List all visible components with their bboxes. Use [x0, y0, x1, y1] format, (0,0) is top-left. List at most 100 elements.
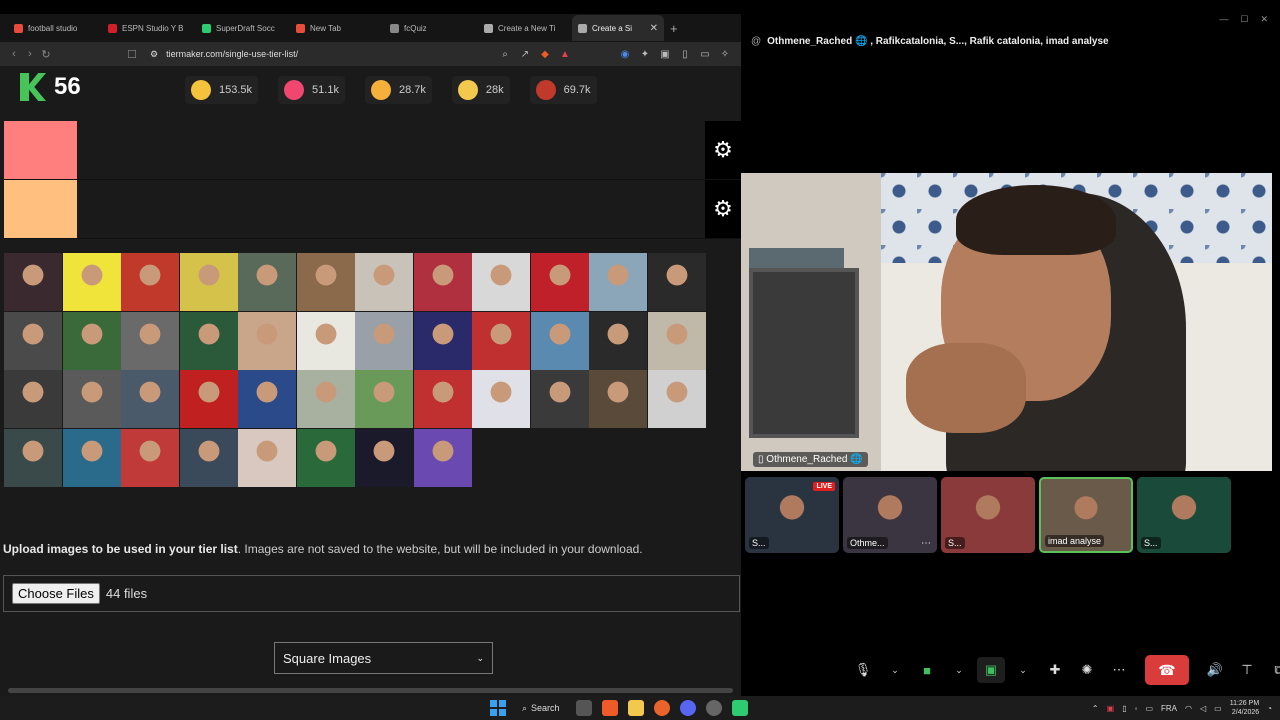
browser-tab[interactable]: football studio: [8, 15, 100, 41]
tray-app2-icon[interactable]: ▯: [1122, 704, 1126, 713]
zoom-icon[interactable]: ⌕: [495, 49, 515, 60]
volume-icon[interactable]: 🔊: [1201, 657, 1229, 683]
close-icon[interactable]: ✕: [1260, 14, 1268, 25]
brave-shield-icon[interactable]: ◆: [535, 49, 555, 60]
sidebar-icon[interactable]: ▯: [675, 49, 695, 60]
pool-image[interactable]: [179, 311, 238, 370]
microphone-icon[interactable]: 🎙: [849, 657, 877, 683]
rewards-icon[interactable]: ▲: [555, 49, 575, 60]
pool-image[interactable]: [647, 311, 706, 370]
windows-start-icon[interactable]: [490, 700, 506, 716]
chevron-up-icon[interactable]: ⌃: [1092, 704, 1099, 713]
browser-tab[interactable]: Create a Si ✕: [572, 15, 664, 41]
pool-image[interactable]: [589, 253, 647, 311]
reaction-button[interactable]: 153.5k: [185, 76, 259, 104]
pool-image[interactable]: [62, 370, 121, 428]
pool-image[interactable]: [179, 370, 238, 428]
browser-tab[interactable]: New Tab: [290, 15, 382, 41]
tab-close-icon[interactable]: ✕: [650, 23, 658, 34]
pool-image[interactable]: [355, 370, 413, 428]
pool-image[interactable]: [413, 253, 472, 311]
reaction-button[interactable]: 69.7k: [529, 76, 597, 104]
pool-image[interactable]: [355, 253, 413, 311]
leave-call-button[interactable]: ☎: [1145, 655, 1189, 685]
app-icon[interactable]: [731, 700, 748, 716]
pool-image[interactable]: [238, 370, 296, 428]
pool-image[interactable]: [4, 311, 62, 370]
reload-icon[interactable]: ↻: [38, 48, 54, 61]
extensions-icon[interactable]: ✦: [635, 49, 655, 60]
camera-icon[interactable]: ■: [913, 657, 941, 683]
volume-tray-icon[interactable]: ◁: [1200, 704, 1206, 713]
pool-image[interactable]: [62, 428, 121, 487]
wifi-icon[interactable]: ◠: [1185, 704, 1192, 713]
image-shape-select[interactable]: Square Images ⌄: [274, 642, 493, 674]
pool-image[interactable]: [530, 370, 589, 428]
pool-image[interactable]: [296, 370, 355, 428]
pool-image[interactable]: [530, 311, 589, 370]
wallet2-icon[interactable]: ▭: [695, 49, 715, 60]
pin-icon[interactable]: ⊤: [1233, 657, 1261, 683]
pool-image[interactable]: [472, 311, 530, 370]
pool-image[interactable]: [472, 370, 530, 428]
brave-icon[interactable]: [601, 700, 618, 716]
more-options-icon[interactable]: ⋯: [1105, 657, 1133, 683]
reaction-button[interactable]: 51.1k: [278, 76, 345, 104]
pool-image[interactable]: [413, 428, 472, 487]
tier-drop-zone[interactable]: [77, 121, 705, 179]
pool-image[interactable]: [530, 253, 589, 311]
mic-options-icon[interactable]: ⌄: [881, 657, 909, 683]
forward-icon[interactable]: ›: [22, 48, 38, 60]
bookmark-icon[interactable]: ☐: [124, 48, 140, 61]
new-tab-icon[interactable]: +: [670, 21, 678, 36]
pool-image[interactable]: [238, 253, 296, 311]
pool-image[interactable]: [296, 428, 355, 487]
language-indicator[interactable]: FRA: [1161, 704, 1177, 713]
taskbar-search[interactable]: ⌕ Search: [516, 701, 566, 716]
pool-image[interactable]: [179, 253, 238, 311]
tier-drop-zone[interactable]: [77, 180, 705, 238]
notifications-icon[interactable]: ◔: [1267, 704, 1272, 713]
pool-image[interactable]: [121, 311, 179, 370]
browser-tab[interactable]: Create a New Ti: [478, 15, 570, 41]
more-icon[interactable]: ⋯: [921, 538, 931, 549]
pool-image[interactable]: [238, 311, 296, 370]
tiermaker-logo[interactable]: 56: [20, 73, 81, 101]
pool-image[interactable]: [62, 253, 121, 311]
site-info-icon[interactable]: ⚙: [150, 49, 158, 60]
pool-image[interactable]: [121, 428, 179, 487]
back-icon[interactable]: ‹: [6, 48, 22, 60]
tray-keyboard-icon[interactable]: ▭: [1145, 704, 1153, 713]
pool-image[interactable]: [4, 370, 62, 428]
clock[interactable]: 11:26 PM 2/4/2026: [1230, 699, 1259, 717]
pool-image[interactable]: [472, 253, 530, 311]
tier-label[interactable]: [4, 180, 77, 238]
pool-image[interactable]: [121, 370, 179, 428]
horizontal-scrollbar[interactable]: [8, 688, 733, 693]
soundboard-icon[interactable]: ✺: [1073, 657, 1101, 683]
minimize-icon[interactable]: —: [1219, 14, 1228, 25]
pool-image[interactable]: [589, 370, 647, 428]
wallet-icon[interactable]: ◉: [615, 49, 635, 60]
reaction-button[interactable]: 28k: [451, 76, 510, 104]
participant-thumbnail[interactable]: S...: [1137, 477, 1231, 553]
choose-files-button[interactable]: Choose Files: [12, 583, 100, 604]
participant-thumbnail[interactable]: Othme... ⋯: [843, 477, 937, 553]
browser-tab[interactable]: fcQuiz: [384, 15, 476, 41]
pool-image[interactable]: [4, 253, 62, 311]
task-view-icon[interactable]: [575, 700, 592, 716]
screen-share-icon[interactable]: ▣: [977, 657, 1005, 683]
pool-image[interactable]: [121, 253, 179, 311]
pool-image[interactable]: [179, 428, 238, 487]
pool-image[interactable]: [238, 428, 296, 487]
pool-image[interactable]: [355, 311, 413, 370]
tray-app-icon[interactable]: ▣: [1107, 704, 1115, 713]
address-bar[interactable]: ⚙ tiermaker.com/single-use-tier-list/: [150, 49, 298, 60]
discord-icon[interactable]: [679, 700, 696, 716]
popout-icon[interactable]: ⧉: [1265, 657, 1280, 683]
main-video-feed[interactable]: [741, 173, 1272, 471]
battery-icon[interactable]: ▭: [1214, 704, 1222, 713]
pool-image[interactable]: [589, 311, 647, 370]
pool-image[interactable]: [296, 311, 355, 370]
pool-image[interactable]: [413, 370, 472, 428]
